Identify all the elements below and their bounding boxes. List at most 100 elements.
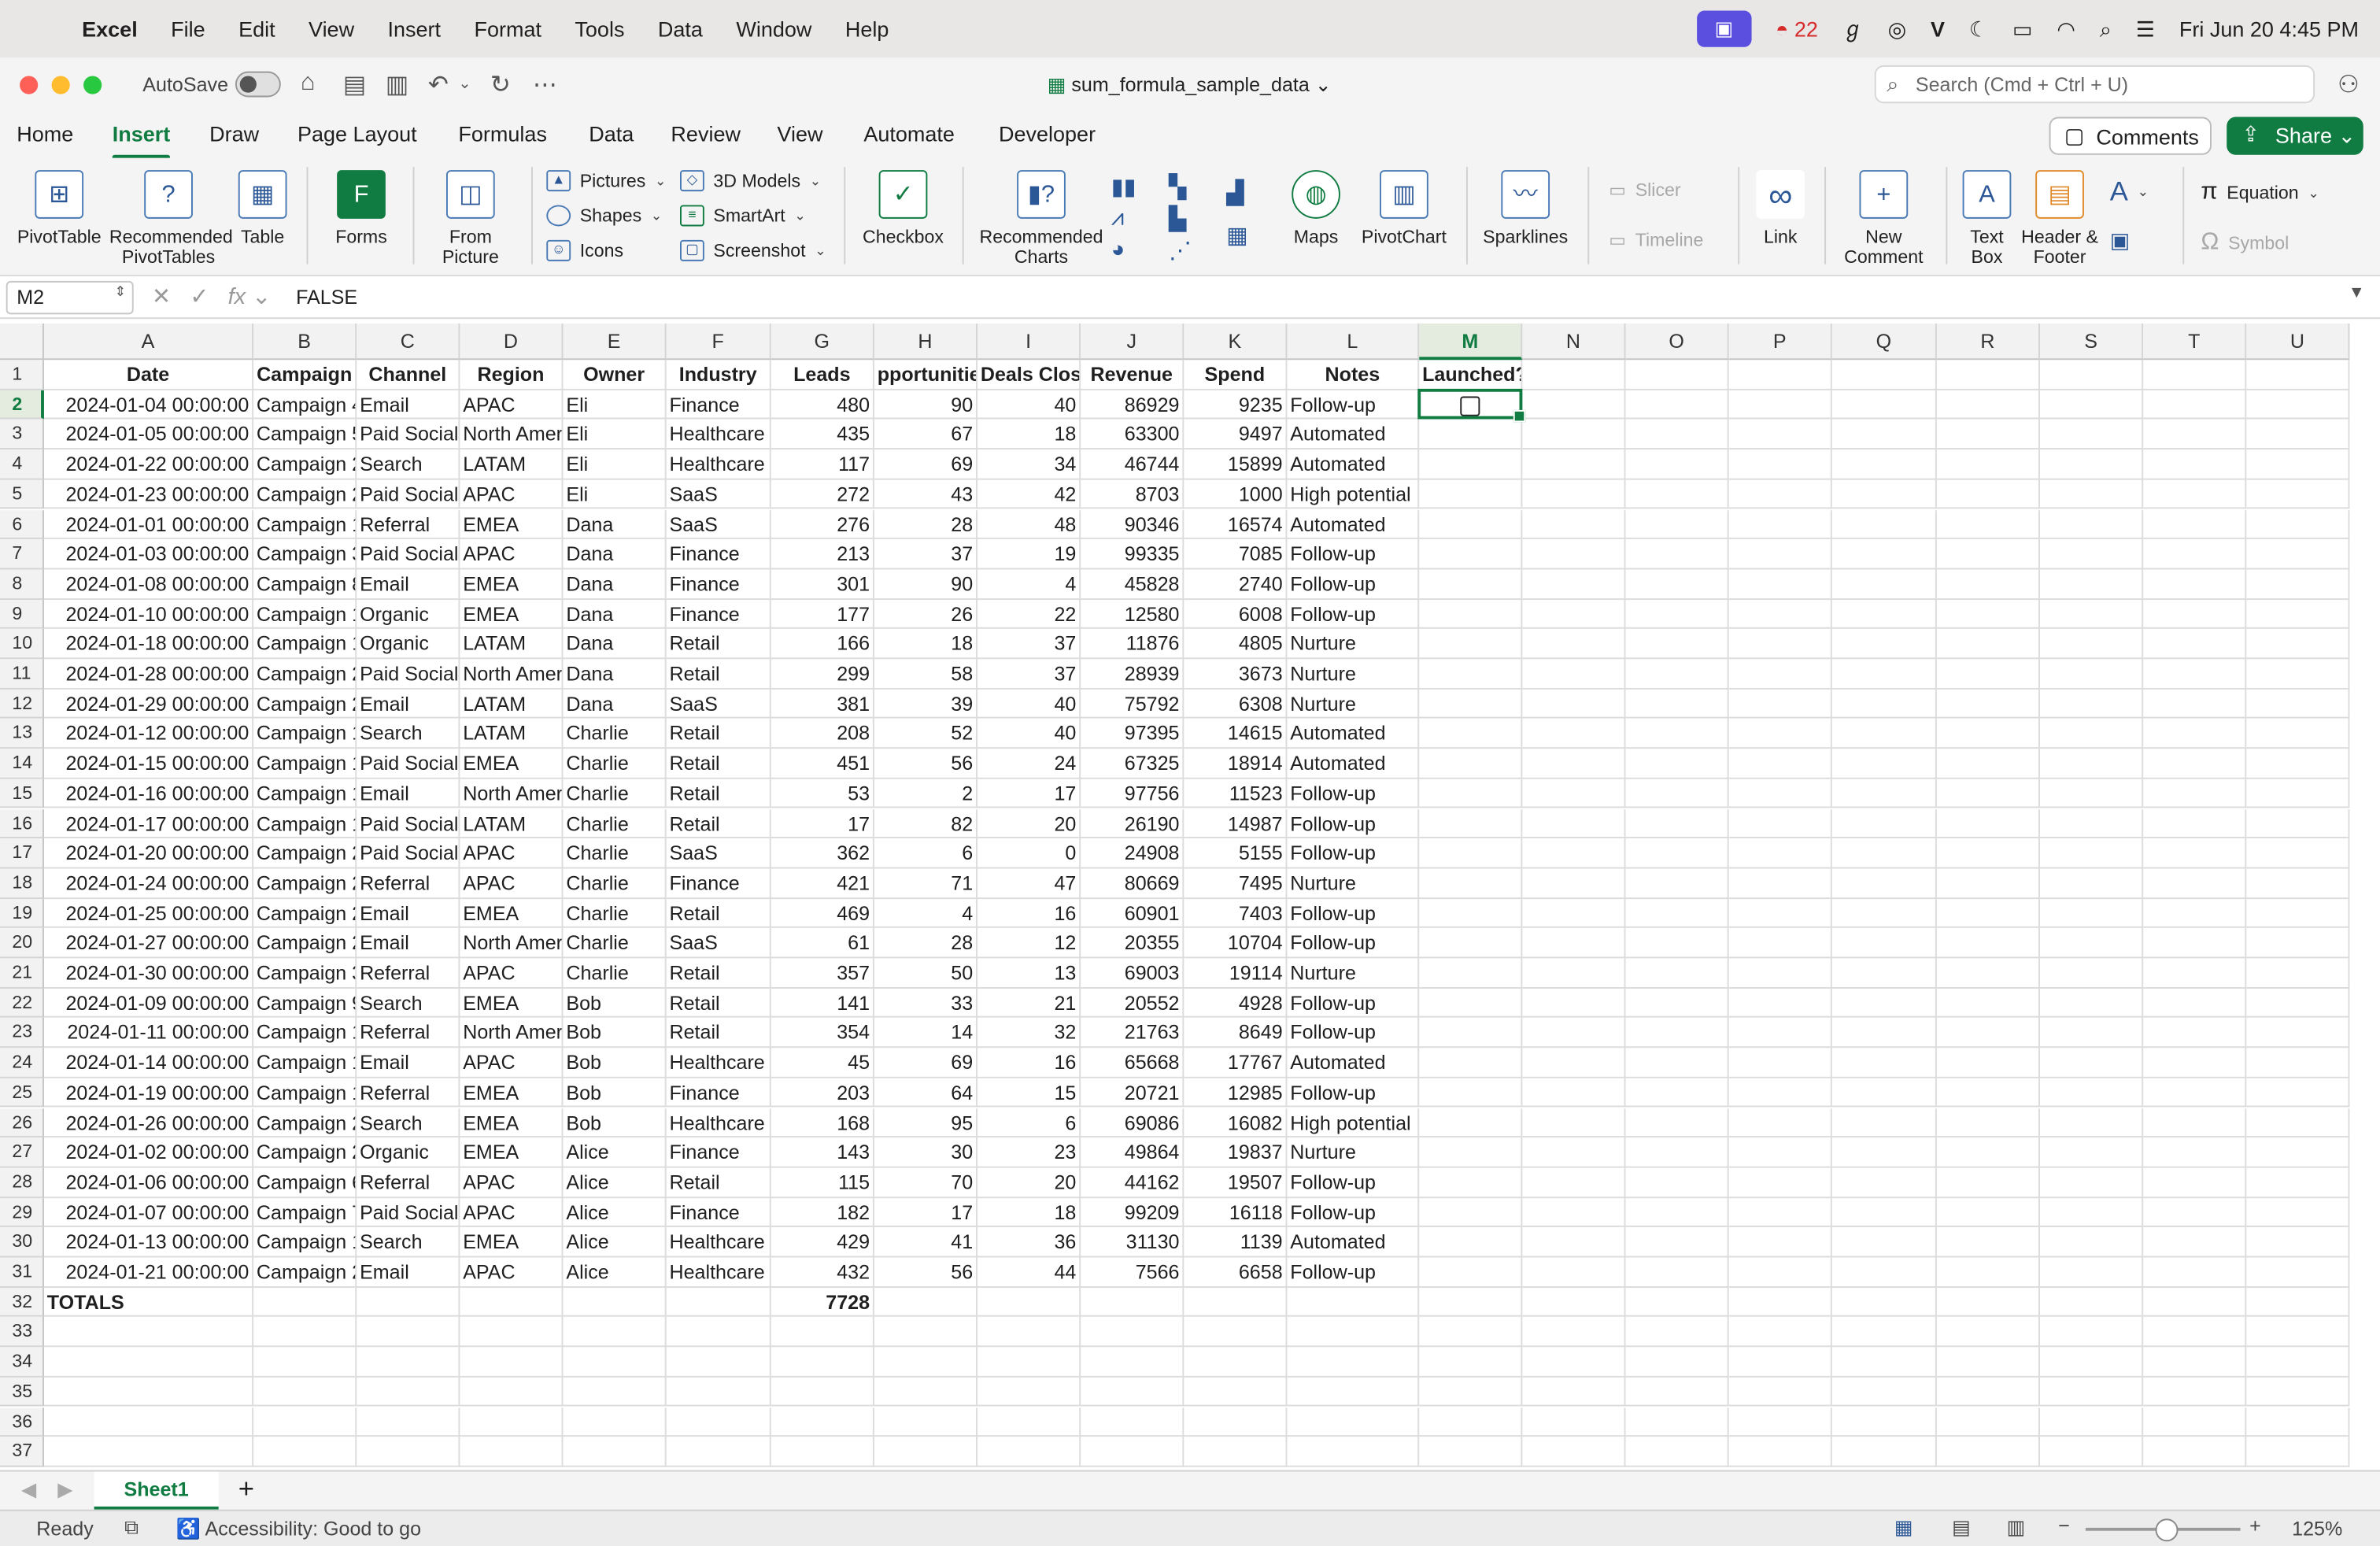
cell-e4[interactable]: Eli bbox=[563, 449, 667, 480]
cell-m11[interactable] bbox=[1419, 659, 1523, 690]
comments-button[interactable]: ▢ Comments bbox=[2049, 117, 2212, 155]
cell-q23[interactable] bbox=[1831, 1018, 1937, 1049]
cell-f12[interactable]: SaaS bbox=[666, 689, 771, 719]
cell-h29[interactable]: 17 bbox=[874, 1197, 978, 1228]
cell-n18[interactable] bbox=[1522, 868, 1626, 899]
combo-chart-icon[interactable]: ▦ bbox=[1226, 222, 1247, 250]
cell-o27[interactable] bbox=[1625, 1137, 1729, 1168]
cell-l17[interactable]: Follow-up bbox=[1287, 838, 1420, 869]
cell-e32[interactable] bbox=[563, 1287, 667, 1318]
row-header-9[interactable]: 9 bbox=[0, 599, 44, 630]
row-header-15[interactable]: 15 bbox=[0, 779, 44, 809]
column-header-n[interactable]: N bbox=[1522, 323, 1626, 361]
cell-j34[interactable] bbox=[1081, 1347, 1184, 1378]
cell-n7[interactable] bbox=[1522, 539, 1626, 570]
cell-q22[interactable] bbox=[1831, 988, 1937, 1019]
cell-a12[interactable]: 2024-01-29 00:00:00 bbox=[43, 689, 254, 719]
cell-k26[interactable]: 16082 bbox=[1184, 1108, 1288, 1138]
cell-d28[interactable]: APAC bbox=[460, 1167, 564, 1198]
cell-c32[interactable] bbox=[357, 1287, 460, 1318]
cell-c5[interactable]: Paid Social bbox=[357, 479, 460, 510]
cell-l22[interactable]: Follow-up bbox=[1287, 988, 1420, 1019]
cell-t26[interactable] bbox=[2143, 1108, 2247, 1138]
cell-r20[interactable] bbox=[1936, 928, 2040, 959]
cell-e2[interactable]: Eli bbox=[563, 390, 667, 420]
cell-j9[interactable]: 12580 bbox=[1081, 599, 1184, 630]
cell-c27[interactable]: Organic bbox=[357, 1137, 460, 1168]
cell-r37[interactable] bbox=[1936, 1437, 2040, 1467]
screenshot-button[interactable]: ▢ Screenshot ⌄ bbox=[679, 239, 826, 261]
cell-f6[interactable]: SaaS bbox=[666, 509, 771, 540]
cell-t32[interactable] bbox=[2143, 1287, 2247, 1318]
cell-n26[interactable] bbox=[1522, 1108, 1626, 1138]
cell-u17[interactable] bbox=[2246, 838, 2350, 869]
cell-f33[interactable] bbox=[666, 1317, 771, 1348]
cell-e36[interactable] bbox=[563, 1407, 667, 1437]
cell-t3[interactable] bbox=[2143, 420, 2247, 450]
cell-r2[interactable] bbox=[1936, 390, 2040, 420]
scroll-right-icon[interactable]: ▶ bbox=[57, 1478, 72, 1502]
cell-a30[interactable]: 2024-01-13 00:00:00 bbox=[43, 1227, 254, 1258]
cell-f19[interactable]: Retail bbox=[666, 898, 771, 929]
cell-d36[interactable] bbox=[460, 1407, 564, 1437]
cell-b17[interactable]: Campaign 20 bbox=[253, 838, 357, 869]
add-sheet-icon[interactable]: + bbox=[238, 1473, 254, 1505]
cell-c3[interactable]: Paid Social bbox=[357, 420, 460, 450]
cell-i4[interactable]: 34 bbox=[977, 449, 1081, 480]
cell-k28[interactable]: 19507 bbox=[1184, 1167, 1288, 1198]
cell-a21[interactable]: 2024-01-30 00:00:00 bbox=[43, 958, 254, 989]
cell-j16[interactable]: 26190 bbox=[1081, 808, 1184, 839]
cell-j8[interactable]: 45828 bbox=[1081, 569, 1184, 600]
cell-l13[interactable]: Automated bbox=[1287, 719, 1420, 749]
cell-h18[interactable]: 71 bbox=[874, 868, 978, 899]
cell-n25[interactable] bbox=[1522, 1078, 1626, 1108]
cell-n16[interactable] bbox=[1522, 808, 1626, 839]
cell-f3[interactable]: Healthcare bbox=[666, 420, 771, 450]
row-header-37[interactable]: 37 bbox=[0, 1437, 44, 1467]
cell-j35[interactable] bbox=[1081, 1377, 1184, 1407]
cell-c33[interactable] bbox=[357, 1317, 460, 1348]
row-header-14[interactable]: 14 bbox=[0, 749, 44, 779]
cell-b2[interactable]: Campaign 4 bbox=[253, 390, 357, 420]
cell-h10[interactable]: 18 bbox=[874, 629, 978, 660]
cell-q24[interactable] bbox=[1831, 1048, 1937, 1078]
cell-e29[interactable]: Alice bbox=[563, 1197, 667, 1228]
cell-u18[interactable] bbox=[2246, 868, 2350, 899]
cell-h9[interactable]: 26 bbox=[874, 599, 978, 630]
cell-e22[interactable]: Bob bbox=[563, 988, 667, 1019]
cell-u6[interactable] bbox=[2246, 509, 2350, 540]
cell-d5[interactable]: APAC bbox=[460, 479, 564, 510]
wifi-icon[interactable]: ◠ bbox=[2057, 16, 2075, 42]
row-header-5[interactable]: 5 bbox=[0, 479, 44, 510]
cell-o23[interactable] bbox=[1625, 1018, 1729, 1049]
cell-k31[interactable]: 6658 bbox=[1184, 1257, 1288, 1288]
cell-q29[interactable] bbox=[1831, 1197, 1937, 1228]
cell-m6[interactable] bbox=[1419, 509, 1523, 540]
cell-u16[interactable] bbox=[2246, 808, 2350, 839]
cell-p32[interactable] bbox=[1728, 1287, 1832, 1318]
cell-s19[interactable] bbox=[2039, 898, 2144, 929]
cell-s5[interactable] bbox=[2039, 479, 2144, 510]
row-header-28[interactable]: 28 bbox=[0, 1167, 44, 1198]
cell-i13[interactable]: 40 bbox=[977, 719, 1081, 749]
cell-u36[interactable] bbox=[2246, 1407, 2350, 1437]
cell-t9[interactable] bbox=[2143, 599, 2247, 630]
cell-n27[interactable] bbox=[1522, 1137, 1626, 1168]
cell-b5[interactable]: Campaign 23 bbox=[253, 479, 357, 510]
cell-q5[interactable] bbox=[1831, 479, 1937, 510]
row-header-11[interactable]: 11 bbox=[0, 659, 44, 690]
cell-g27[interactable]: 143 bbox=[771, 1137, 874, 1168]
cell-m2[interactable] bbox=[1419, 390, 1523, 420]
cell-h19[interactable]: 4 bbox=[874, 898, 978, 929]
cell-k18[interactable]: 7495 bbox=[1184, 868, 1288, 899]
column-header-m[interactable]: M bbox=[1419, 323, 1523, 361]
cell-g6[interactable]: 276 bbox=[771, 509, 874, 540]
menu-insert[interactable]: Insert bbox=[388, 17, 442, 41]
cell-a25[interactable]: 2024-01-19 00:00:00 bbox=[43, 1078, 254, 1108]
zoom-level[interactable]: 125% bbox=[2292, 1517, 2342, 1540]
cell-d15[interactable]: North America bbox=[460, 779, 564, 809]
cell-g25[interactable]: 203 bbox=[771, 1078, 874, 1108]
cell-h35[interactable] bbox=[874, 1377, 978, 1407]
forms-button[interactable]: F Forms bbox=[322, 170, 401, 247]
cell-m17[interactable] bbox=[1419, 838, 1523, 869]
